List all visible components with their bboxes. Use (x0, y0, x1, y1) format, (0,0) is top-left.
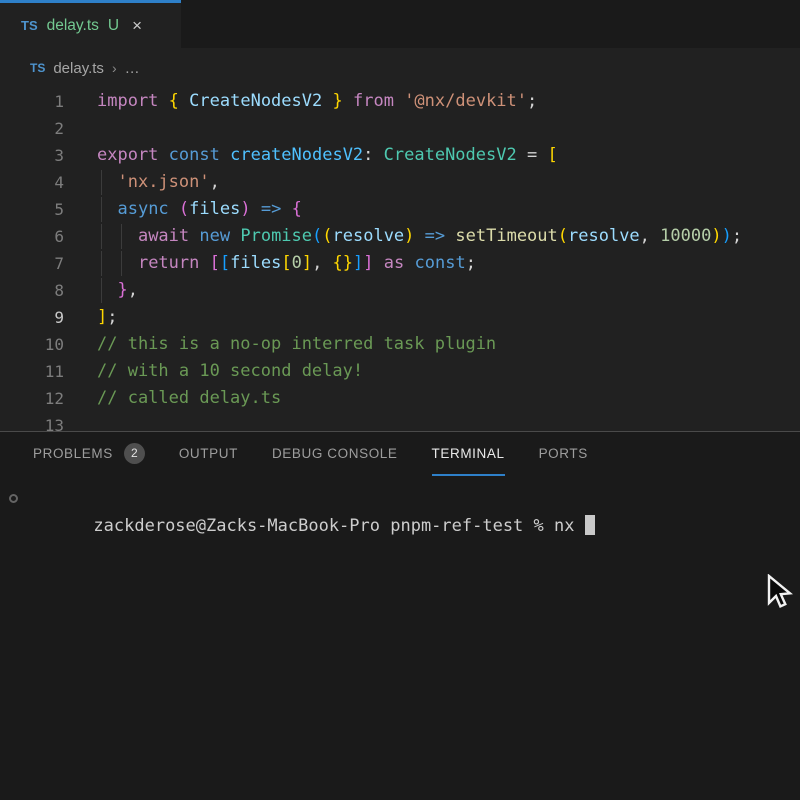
line-number: 11 (0, 358, 64, 385)
git-status-badge: U (108, 17, 119, 35)
breadcrumb: TS delay.ts › … (0, 48, 800, 88)
line-number: 5 (0, 196, 64, 223)
panel-tab-bar: PROBLEMS 2 OUTPUT DEBUG CONSOLE TERMINAL PORT… (0, 432, 800, 476)
panel-tab-terminal[interactable]: TERMINAL (432, 432, 505, 476)
code-line: 12// called delay.ts (0, 385, 800, 412)
code-line: 2 (0, 115, 800, 142)
line-number: 10 (0, 331, 64, 358)
panel-tab-label: PORTS (539, 446, 588, 461)
terminal-command-decoration-icon (9, 494, 18, 503)
panel-tab-output[interactable]: OUTPUT (179, 432, 238, 476)
line-number: 9 (0, 304, 64, 331)
code-line: 8 }, (0, 277, 800, 304)
line-number: 2 (0, 115, 64, 142)
indent-guide (101, 251, 102, 276)
typescript-icon: TS (30, 61, 45, 75)
editor-tab-bar: TS delay.ts U × (0, 0, 800, 48)
problems-count-badge: 2 (124, 443, 145, 464)
terminal-prompt: zackderose@Zacks-MacBook-Pro pnpm-ref-te… (93, 516, 584, 536)
panel-tab-label: PROBLEMS (33, 446, 113, 461)
code-editor[interactable]: 1import { CreateNodesV2 } from '@nx/devk… (0, 88, 800, 431)
code-line: 13 (0, 412, 800, 431)
terminal-cursor (585, 515, 595, 535)
code-line: 4 'nx.json', (0, 169, 800, 196)
code-line: 3export const createNodesV2: CreateNodes… (0, 142, 800, 169)
indent-guide (101, 224, 102, 249)
breadcrumb-symbol-ellipsis[interactable]: … (125, 60, 141, 77)
breadcrumb-file[interactable]: delay.ts (53, 60, 104, 77)
indent-guide (121, 224, 122, 249)
line-number: 8 (0, 277, 64, 304)
code-line: 5 async (files) => { (0, 196, 800, 223)
line-number: 3 (0, 142, 64, 169)
editor-tab-delay-ts[interactable]: TS delay.ts U × (0, 0, 181, 48)
code-line: 11// with a 10 second delay! (0, 358, 800, 385)
line-number: 13 (0, 412, 64, 431)
code-line: 6 await new Promise((resolve) => setTime… (0, 223, 800, 250)
panel-tab-debug-console[interactable]: DEBUG CONSOLE (272, 432, 398, 476)
chevron-right-icon: › (112, 60, 117, 76)
typescript-icon: TS (21, 18, 38, 33)
code-line: 10// this is a no-op interred task plugi… (0, 331, 800, 358)
indent-guide (101, 278, 102, 303)
code-line: 9]; (0, 304, 800, 331)
panel-tab-label: OUTPUT (179, 446, 238, 461)
panel-tab-problems[interactable]: PROBLEMS 2 (33, 432, 145, 476)
panel-tab-label: TERMINAL (432, 446, 505, 461)
indent-guide (121, 251, 122, 276)
line-number: 4 (0, 169, 64, 196)
terminal[interactable]: zackderose@Zacks-MacBook-Pro pnpm-ref-te… (0, 487, 800, 513)
indent-guide (101, 197, 102, 222)
indent-guide (101, 170, 102, 195)
line-number: 12 (0, 385, 64, 412)
code-line: 7 return [[files[0], {}]] as const; (0, 250, 800, 277)
panel-tab-label: DEBUG CONSOLE (272, 446, 398, 461)
panel-tab-ports[interactable]: PORTS (539, 432, 588, 476)
line-number: 6 (0, 223, 64, 250)
tab-title: delay.ts (47, 17, 99, 35)
vscode-window: TS delay.ts U × TS delay.ts › … 1import … (0, 0, 800, 800)
close-icon[interactable]: × (132, 17, 142, 34)
line-number: 1 (0, 88, 64, 115)
bottom-panel: PROBLEMS 2 OUTPUT DEBUG CONSOLE TERMINAL PORT… (0, 432, 800, 800)
code-line: 1import { CreateNodesV2 } from '@nx/devk… (0, 88, 800, 115)
line-number: 7 (0, 250, 64, 277)
